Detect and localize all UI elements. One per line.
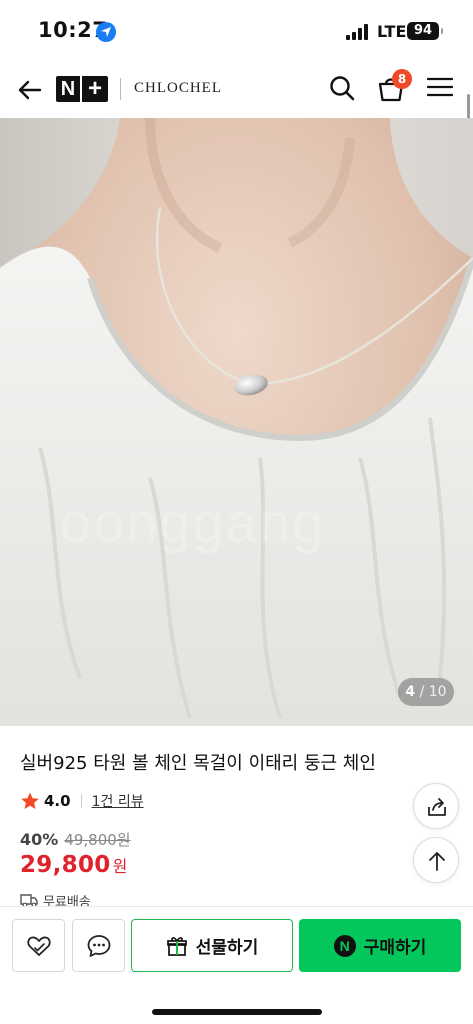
gift-button[interactable]: 선물하기 <box>131 919 293 972</box>
heart-icon <box>27 936 51 956</box>
status-bar: 10:27 LTE 94 <box>0 0 473 62</box>
wishlist-button[interactable] <box>12 919 65 972</box>
network-label: LTE <box>377 22 407 41</box>
image-counter-separator: / <box>419 684 425 700</box>
back-arrow-icon[interactable] <box>16 76 44 104</box>
gift-button-label: 선물하기 <box>195 938 259 958</box>
rating-value: 4.0 <box>44 792 71 810</box>
nav-header: N + CHLOCHEL 8 <box>0 62 473 118</box>
star-icon <box>21 792 39 809</box>
logo-plus: + <box>87 75 102 102</box>
sale-price-row: 29,800 원 <box>20 852 127 878</box>
product-title: 실버925 타원 볼 체인 목걸이 이태리 둥근 체인 <box>20 753 376 774</box>
location-arrow-icon <box>96 22 116 42</box>
share-icon <box>428 798 446 816</box>
product-image[interactable]: oonggang <box>0 118 473 726</box>
buy-button-label: 구매하기 <box>363 938 427 958</box>
buy-button[interactable]: N 구매하기 <box>299 919 461 972</box>
logo-n: N <box>60 78 76 100</box>
necklace-photo <box>0 118 473 726</box>
arrow-up-icon <box>429 852 445 871</box>
image-counter-current: 4 <box>405 684 416 700</box>
search-icon[interactable] <box>328 74 356 102</box>
menu-icon[interactable] <box>426 76 454 98</box>
share-button[interactable] <box>413 783 459 829</box>
battery-indicator: 94 <box>407 22 443 40</box>
scroll-top-button[interactable] <box>413 837 459 883</box>
chat-bubble-icon <box>87 935 111 957</box>
image-counter: 4 / 10 <box>398 678 454 706</box>
brand-divider <box>120 78 121 100</box>
price-discount-row: 40% 49,800원 <box>20 829 131 850</box>
review-count-link[interactable]: 1건 리뷰 <box>92 791 144 811</box>
home-indicator <box>152 1009 322 1015</box>
gift-icon <box>166 936 187 956</box>
sale-price: 29,800 <box>20 852 111 878</box>
rating-row: 4.0 1건 리뷰 <box>20 790 144 812</box>
discount-rate: 40% <box>20 830 59 849</box>
naver-plus-logo[interactable]: N + <box>56 76 108 102</box>
sale-price-currency: 원 <box>112 857 128 876</box>
image-counter-total: 10 <box>428 684 447 700</box>
bottom-action-bar: 선물하기 N 구매하기 <box>0 906 473 1024</box>
talk-talk-button[interactable] <box>72 919 125 972</box>
cellular-signal-icon <box>346 24 370 40</box>
cart-count-badge: 8 <box>392 69 412 89</box>
naver-pay-icon: N <box>333 934 356 957</box>
watermark: oonggang <box>60 491 326 554</box>
original-price: 49,800원 <box>64 831 131 849</box>
brand-name[interactable]: CHLOCHEL <box>134 80 222 97</box>
scroll-indicator <box>467 94 470 120</box>
